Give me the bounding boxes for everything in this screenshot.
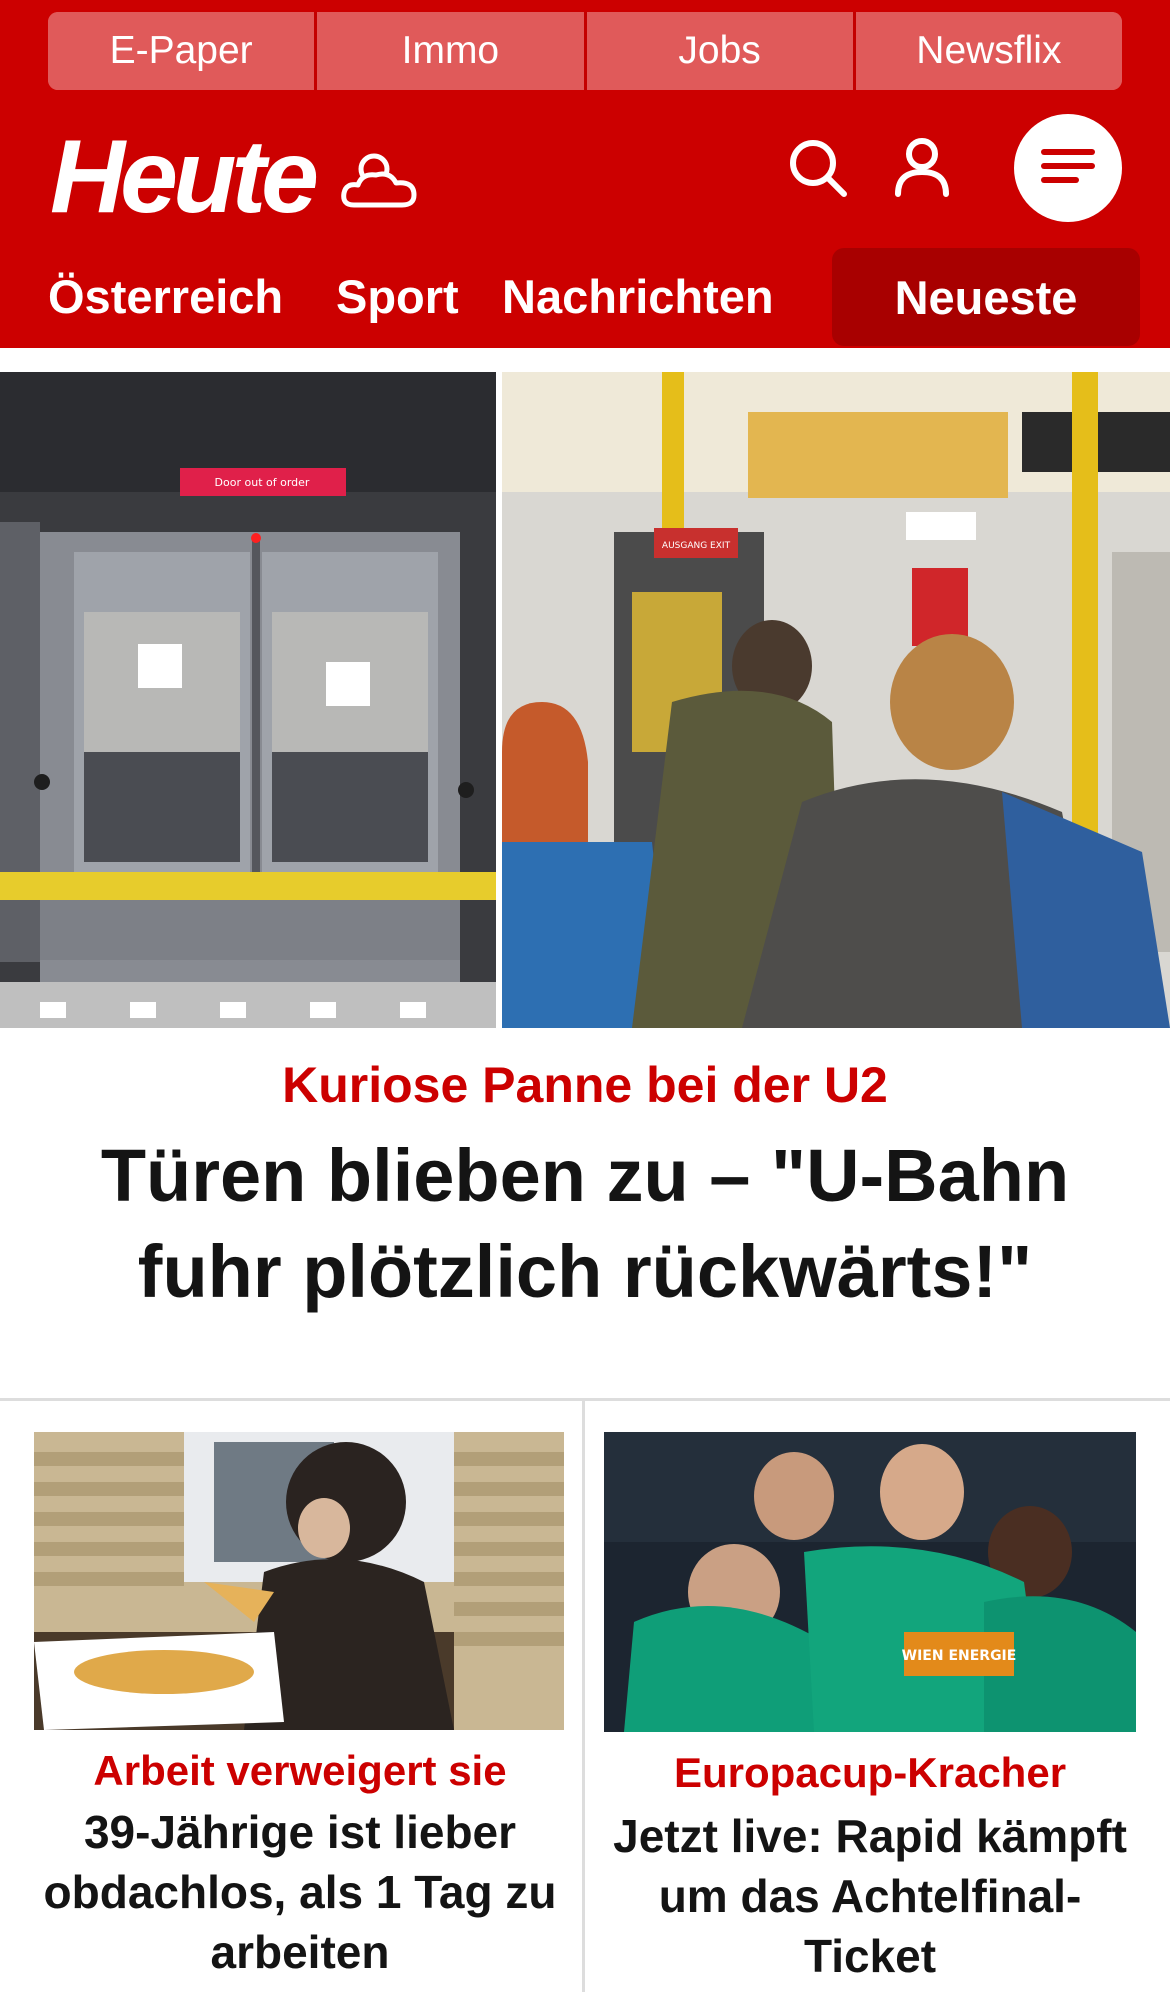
door-out-of-order-sign: Door out of order xyxy=(215,476,310,489)
card-kicker: Arbeit verweigert sie xyxy=(93,1747,507,1794)
section-divider xyxy=(0,1398,1170,1401)
hero-image-platform-doors[interactable]: Door out of order xyxy=(0,372,496,1028)
nav-item-nachrichten[interactable]: Nachrichten xyxy=(502,244,774,348)
card-kicker: Europacup-Kracher xyxy=(673,1749,1067,1796)
cloud-sun-icon[interactable] xyxy=(340,147,420,218)
nav-item-neueste[interactable]: Neueste xyxy=(832,248,1140,346)
menu-button[interactable] xyxy=(1014,114,1122,222)
user-icon[interactable] xyxy=(890,134,954,203)
search-icon[interactable] xyxy=(786,136,850,205)
exit-sign: AUSGANG EXIT xyxy=(662,541,731,551)
hero-kicker: Kuriose Panne bei der U2 xyxy=(282,1057,888,1113)
topbar-link-jobs[interactable]: Jobs xyxy=(586,12,856,90)
topbar-link-immo[interactable]: Immo xyxy=(317,12,587,90)
card-headline[interactable]: 39-Jährige ist lieber obdachlos, als 1 T… xyxy=(20,1802,580,1982)
column-divider xyxy=(582,1400,585,1992)
hamburger-menu-icon xyxy=(1040,146,1096,191)
topbar-link-newsflix[interactable]: Newsflix xyxy=(855,12,1122,90)
card-image-homeless-woman[interactable] xyxy=(34,1432,564,1730)
topbar-link-epaper[interactable]: E-Paper xyxy=(48,12,318,90)
card-image-rapid-players[interactable]: WIEN ENERGIE xyxy=(604,1432,1136,1732)
jersey-sponsor-text: WIEN ENERGIE xyxy=(902,1648,1017,1664)
site-logo[interactable]: Heute xyxy=(50,125,319,229)
nav-item-oesterreich[interactable]: Österreich xyxy=(48,244,283,348)
brand-area: Heute xyxy=(50,122,420,232)
nav-item-sport[interactable]: Sport xyxy=(336,244,459,348)
hero-image-train-interior[interactable]: AUSGANG EXIT xyxy=(502,372,1170,1028)
top-service-bar: E-Paper Immo Jobs Newsflix xyxy=(48,12,1122,90)
hero-headline[interactable]: Türen blieben zu – "U-Bahn fuhr plötzlic… xyxy=(30,1128,1140,1320)
card-headline[interactable]: Jetzt live: Rapid kämpft um das Achtelfi… xyxy=(600,1806,1140,1986)
